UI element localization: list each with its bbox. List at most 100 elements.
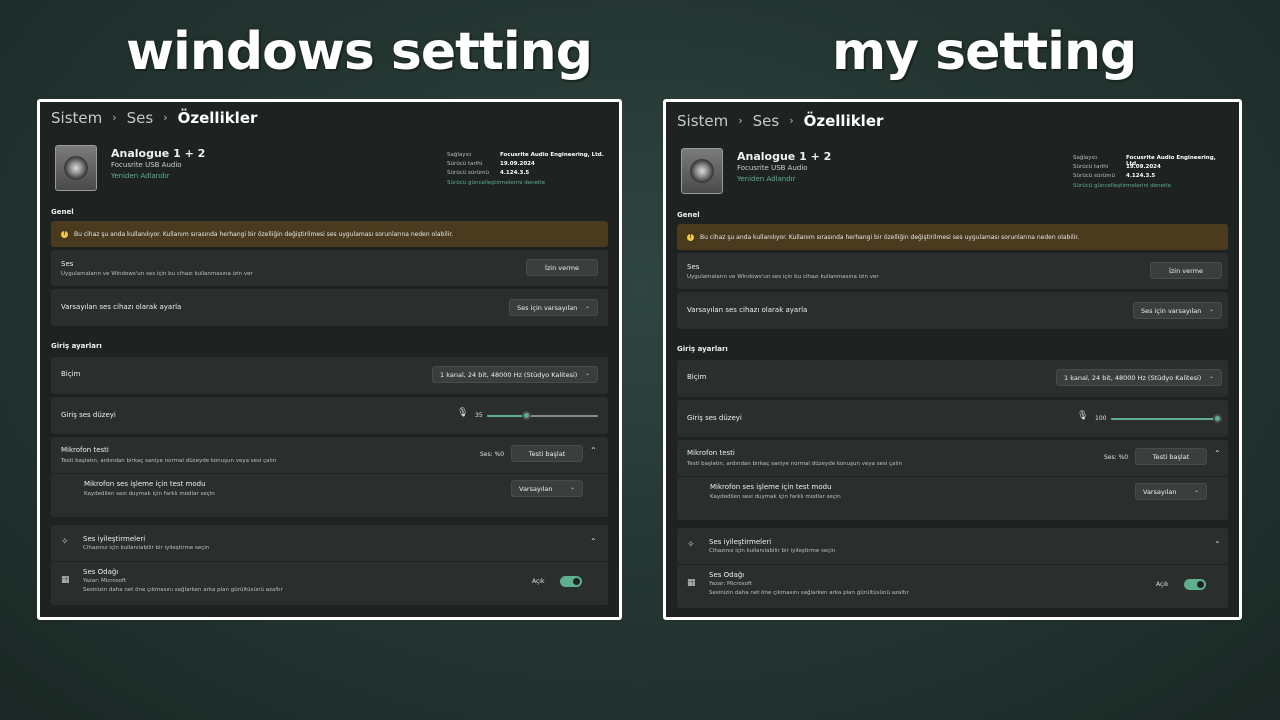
rename-link[interactable]: Yeniden Adlandır — [737, 175, 796, 183]
enhancements-desc: Cihazınız için kullanılabilir bir iyileş… — [709, 548, 836, 554]
breadcrumb-sistem[interactable]: Sistem — [51, 109, 102, 127]
dropdown-value: 1 kanal, 24 bit, 48000 Hz (Stüdyo Kalite… — [440, 370, 578, 379]
chevron-up-icon[interactable]: ⌃ — [1214, 449, 1221, 458]
driver-date-value: 19.09.2024 — [1126, 164, 1161, 170]
device-subtitle: Focusrite USB Audio — [737, 164, 808, 172]
rename-link[interactable]: Yeniden Adlandır — [111, 172, 170, 180]
audio-permission-row: Ses Uygulamaların ve Windows'un ses için… — [51, 250, 608, 286]
page-title: Özellikler — [803, 111, 884, 130]
voice-focus-title: Ses Odağı — [709, 571, 745, 579]
chevron-down-icon: ⌄ — [1208, 306, 1214, 313]
chevron-down-icon: ⌄ — [1193, 487, 1199, 494]
dropdown-value: Ses için varsayılan — [1141, 306, 1202, 315]
dropdown-value: 1 kanal, 24 bit, 48000 Hz (Stüdyo Kalite… — [1064, 373, 1202, 382]
voice-focus-author: Yazar: Microsoft — [709, 581, 753, 587]
input-volume-row: Giriş ses düzeyi 🎙 100 — [677, 400, 1228, 437]
deny-button[interactable]: İzin verme — [1150, 262, 1222, 279]
driver-date-label: Sürücü tarihi — [1073, 164, 1109, 170]
enhancements-desc: Cihazınız için kullanılabilir bir iyileş… — [83, 545, 210, 551]
default-device-dropdown[interactable]: Ses için varsayılan ⌄ — [509, 299, 598, 316]
volume-slider-fill — [1111, 418, 1218, 420]
panel-content: Sistem › Ses › Özellikler Analogue 1 + 2… — [666, 102, 1239, 617]
chevron-down-icon: ⌄ — [584, 303, 590, 310]
mic-test-row: Mikrofon testi Testi başlatın, ardından … — [51, 437, 608, 517]
panel-content: Sistem › Ses › Özellikler Analogue 1 + 2… — [40, 102, 619, 617]
audio-desc: Uygulamaların ve Windows'un ses için bu … — [687, 274, 879, 280]
general-section-label: Genel — [677, 211, 700, 219]
audio-title: Ses — [61, 260, 74, 268]
driver-update-link[interactable]: Sürücü güncelleştirmelerini denetle — [447, 180, 545, 186]
warning-text: Bu cihaz şu anda kullanılıyor. Kullanım … — [700, 233, 1080, 241]
windows-settings-panel: Sistem › Ses › Özellikler Analogue 1 + 2… — [37, 99, 622, 620]
divider — [677, 476, 1228, 477]
voice-focus-title: Ses Odağı — [83, 568, 119, 576]
mic-icon: 🎙 — [1077, 411, 1089, 421]
test-mode-desc: Kaydedilen sesi duymak için farklı modla… — [710, 494, 841, 500]
test-mode-dropdown[interactable]: Varsayılan ⌄ — [511, 480, 583, 497]
divider — [677, 564, 1228, 565]
mic-test-title: Mikrofon testi — [61, 446, 109, 454]
breadcrumb: Sistem › Ses › Özellikler — [677, 105, 1228, 136]
chevron-down-icon: ⌄ — [569, 484, 575, 491]
voice-focus-toggle[interactable] — [560, 576, 582, 587]
volume-slider-thumb[interactable] — [1213, 414, 1222, 423]
my-settings-panel: Sistem › Ses › Özellikler Analogue 1 + 2… — [663, 99, 1242, 620]
test-mode-title: Mikrofon ses işleme için test modu — [84, 480, 206, 488]
provider-value: Focusrite Audio Engineering, Ltd. — [500, 152, 604, 158]
driver-version-label: Sürücü sürümü — [1073, 173, 1115, 179]
format-title: Biçim — [687, 373, 707, 381]
mic-test-level: Ses: %0 — [480, 451, 505, 458]
warning-icon: ! — [61, 230, 68, 238]
format-dropdown[interactable]: 1 kanal, 24 bit, 48000 Hz (Stüdyo Kalite… — [432, 366, 598, 383]
chevron-up-icon[interactable]: ⌃ — [1214, 540, 1221, 549]
voice-focus-icon: ▦ — [61, 575, 70, 585]
chevron-down-icon: ⌄ — [584, 370, 590, 377]
input-volume-title: Giriş ses düzeyi — [61, 411, 116, 419]
deny-button[interactable]: İzin verme — [526, 259, 598, 276]
start-test-button[interactable]: Testi başlat — [1135, 448, 1207, 465]
default-device-dropdown[interactable]: Ses için varsayılan ⌄ — [1133, 302, 1222, 319]
dropdown-value: Ses için varsayılan — [517, 303, 578, 312]
speaker-icon — [681, 148, 723, 194]
mic-test-desc: Testi başlatın, ardından birkaç saniye n… — [61, 458, 277, 464]
general-section-label: Genel — [51, 208, 74, 216]
voice-focus-toggle[interactable] — [1184, 579, 1206, 590]
left-heading: windows setting — [126, 22, 593, 82]
device-header: Analogue 1 + 2 Focusrite USB Audio Yenid… — [677, 148, 1228, 206]
in-use-warning: ! Bu cihaz şu anda kullanılıyor. Kullanı… — [677, 224, 1228, 250]
right-heading: my setting — [832, 22, 1137, 82]
speaker-icon — [55, 145, 97, 191]
mic-test-row: Mikrofon testi Testi başlatın, ardından … — [677, 440, 1228, 520]
test-mode-dropdown[interactable]: Varsayılan ⌄ — [1135, 483, 1207, 500]
chevron-up-icon[interactable]: ⌃ — [590, 537, 597, 546]
voice-focus-icon: ▦ — [687, 578, 696, 588]
enhancements-title: Ses iyileştirmeleri — [709, 538, 772, 546]
dropdown-value: Varsayılan — [1143, 487, 1177, 496]
format-title: Biçim — [61, 370, 81, 378]
voice-focus-desc: Sesinizin daha net öne çıkmasını sağlark… — [83, 587, 283, 593]
device-name: Analogue 1 + 2 — [737, 150, 832, 163]
volume-value: 100 — [1095, 415, 1107, 422]
chevron-up-icon[interactable]: ⌃ — [590, 446, 597, 455]
driver-version-value: 4.124.3.5 — [500, 170, 530, 176]
input-section-label: Giriş ayarları — [677, 345, 728, 353]
enhancements-row: ✧ Ses iyileştirmeleri Cihazınız için kul… — [51, 525, 608, 605]
page-title: Özellikler — [177, 108, 258, 127]
breadcrumb-separator: › — [163, 111, 168, 124]
breadcrumb-separator: › — [789, 114, 794, 127]
driver-update-link[interactable]: Sürücü güncelleştirmelerini denetle — [1073, 183, 1171, 189]
breadcrumb-ses[interactable]: Ses — [127, 109, 154, 127]
driver-version-value: 4.124.3.5 — [1126, 173, 1156, 179]
dropdown-value: Varsayılan — [519, 484, 553, 493]
format-dropdown[interactable]: 1 kanal, 24 bit, 48000 Hz (Stüdyo Kalite… — [1056, 369, 1222, 386]
in-use-warning: ! Bu cihaz şu anda kullanılıyor. Kullanı… — [51, 221, 608, 247]
device-header: Analogue 1 + 2 Focusrite USB Audio Yenid… — [51, 145, 608, 203]
driver-date-label: Sürücü tarihi — [447, 161, 483, 167]
warning-text: Bu cihaz şu anda kullanılıyor. Kullanım … — [74, 230, 454, 238]
breadcrumb-ses[interactable]: Ses — [753, 112, 780, 130]
breadcrumb-sistem[interactable]: Sistem — [677, 112, 728, 130]
divider — [51, 561, 608, 562]
volume-slider-thumb[interactable] — [522, 411, 531, 420]
toggle-label: Açık — [532, 578, 545, 585]
start-test-button[interactable]: Testi başlat — [511, 445, 583, 462]
